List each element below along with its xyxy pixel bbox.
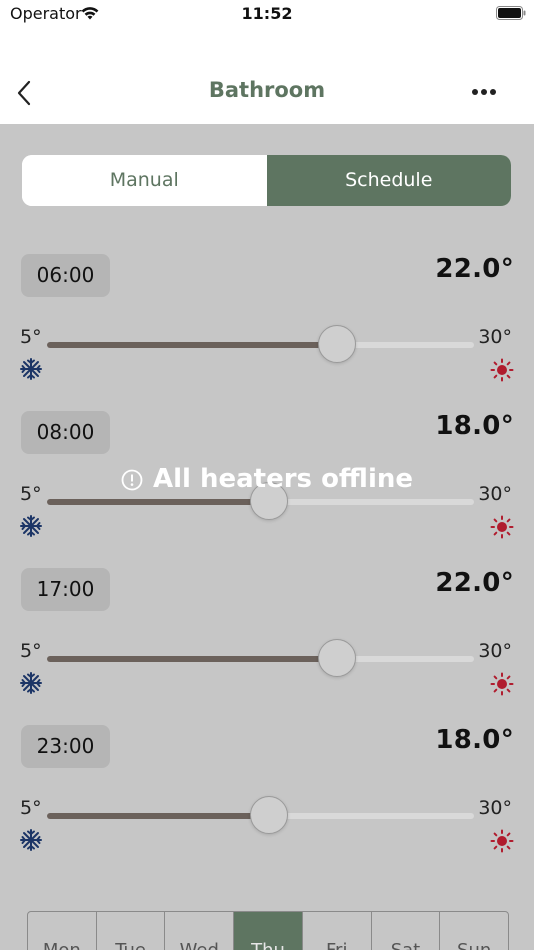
slider-fill xyxy=(47,656,337,662)
temperature-slider[interactable] xyxy=(47,482,474,520)
ellipsis-icon[interactable] xyxy=(470,86,498,98)
battery-icon xyxy=(496,6,526,20)
schedule-row: 23:00 18.0° 5° 30° xyxy=(0,719,534,859)
temperature-value: 18.0° xyxy=(435,725,514,755)
day-sun[interactable]: Sun xyxy=(440,912,508,950)
snowflake-icon xyxy=(20,358,42,380)
temperature-slider[interactable] xyxy=(47,796,474,834)
day-thu[interactable]: Thu xyxy=(234,912,303,950)
max-temp-label: 30° xyxy=(478,640,512,662)
temperature-value: 22.0° xyxy=(435,254,514,284)
offline-banner: All heaters offline xyxy=(0,464,534,494)
max-temp-label: 30° xyxy=(478,326,512,348)
snowflake-icon xyxy=(20,672,42,694)
slider-thumb[interactable] xyxy=(250,796,288,834)
status-bar: Operator 11:52 xyxy=(0,0,534,30)
schedule-row: 06:00 22.0° 5° 30° xyxy=(0,248,534,388)
min-temp-label: 5° xyxy=(20,326,42,348)
day-tue[interactable]: Tue xyxy=(97,912,166,950)
tab-schedule[interactable]: Schedule xyxy=(266,155,511,206)
day-fri[interactable]: Fri xyxy=(303,912,372,950)
temperature-slider[interactable] xyxy=(47,325,474,363)
temperature-value: 22.0° xyxy=(435,568,514,598)
sun-icon xyxy=(490,672,514,696)
time-button[interactable]: 23:00 xyxy=(21,725,110,768)
mode-segmented-control: Manual Schedule xyxy=(22,155,511,206)
max-temp-label: 30° xyxy=(478,797,512,819)
slider-thumb[interactable] xyxy=(318,325,356,363)
snowflake-icon xyxy=(20,515,42,537)
slider-fill xyxy=(47,499,269,505)
slider-thumb[interactable] xyxy=(318,639,356,677)
page-title: Bathroom xyxy=(208,78,326,102)
status-time: 11:52 xyxy=(241,4,293,23)
time-button[interactable]: 17:00 xyxy=(21,568,110,611)
day-mon[interactable]: Mon xyxy=(28,912,97,950)
time-button[interactable]: 08:00 xyxy=(21,411,110,454)
min-temp-label: 5° xyxy=(20,640,42,662)
tab-manual[interactable]: Manual xyxy=(22,155,267,206)
day-selector: MonTueWedThuFriSatSun xyxy=(27,911,509,950)
snowflake-icon xyxy=(20,829,42,851)
temperature-value: 18.0° xyxy=(435,411,514,441)
min-temp-label: 5° xyxy=(20,797,42,819)
day-wed[interactable]: Wed xyxy=(165,912,235,950)
sun-icon xyxy=(490,829,514,853)
schedule-row: 17:00 22.0° 5° 30° xyxy=(0,562,534,702)
time-button[interactable]: 06:00 xyxy=(21,254,110,297)
offline-message: All heaters offline xyxy=(152,464,414,494)
temperature-slider[interactable] xyxy=(47,639,474,677)
sun-icon xyxy=(490,515,514,539)
alert-circle-icon xyxy=(121,469,143,490)
navigation-bar: Bathroom xyxy=(0,56,534,124)
slider-fill xyxy=(47,342,337,348)
sun-icon xyxy=(490,358,514,382)
schedule-content: Manual Schedule 06:00 22.0° 5° 30° 08:00… xyxy=(0,124,534,950)
day-sat[interactable]: Sat xyxy=(372,912,441,950)
slider-fill xyxy=(47,813,269,819)
